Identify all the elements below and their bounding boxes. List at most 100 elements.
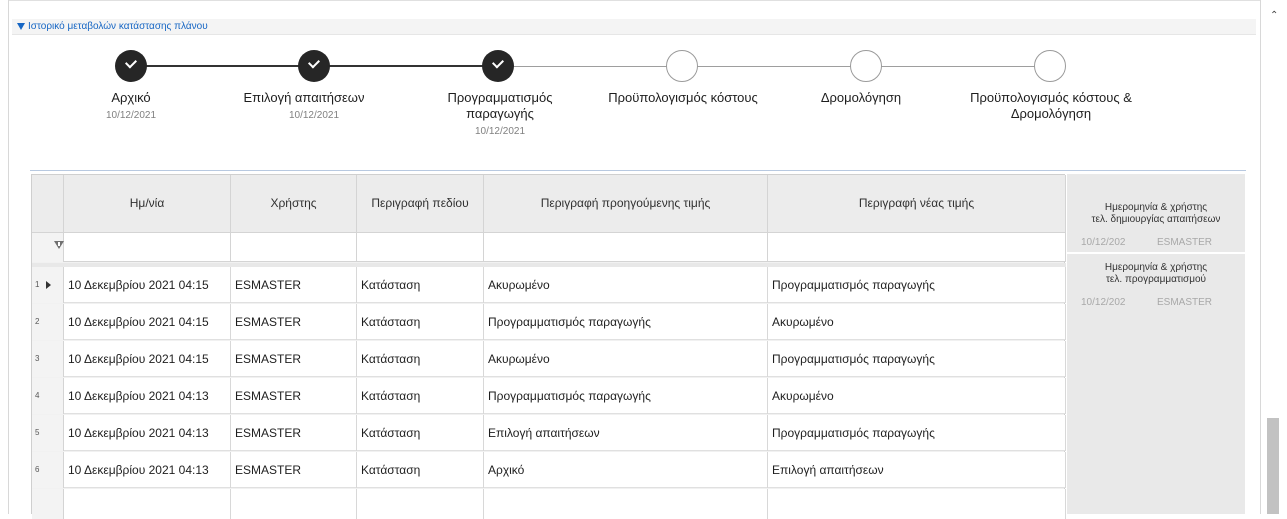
chevron-up-icon[interactable]: ⌃ [1270,10,1278,21]
filter-cell-field[interactable] [357,233,484,262]
column-header-date[interactable]: Ημ/νία [64,175,231,232]
filter-icon[interactable] [54,241,64,249]
cell-date[interactable]: 10 Δεκεμβρίου 2021 04:15 [64,341,231,377]
cell-field[interactable]: Κατάσταση [357,415,484,451]
row-number: 2 [32,304,64,340]
step-node-routing [850,50,882,82]
table-row[interactable]: 6 10 Δεκεμβρίου 2021 04:13 ESMASTER Κατά… [32,452,1066,488]
filter-cell-user[interactable] [231,233,357,262]
cell-date[interactable]: 10 Δεκεμβρίου 2021 04:13 [64,415,231,451]
step-label-line: παραγωγής [466,106,534,121]
info-title-line: Ημερομηνία & χρήστης [1104,202,1208,213]
cell-new-value[interactable]: Ακυρωμένο [768,378,1066,414]
filter-row [32,232,1066,262]
step-label-line: Προγραμματισμός [447,90,553,105]
step-node-production-planning [482,50,514,82]
row-number: 3 [32,341,64,377]
step-node-initial [115,50,147,82]
table-row[interactable]: 4 10 Δεκεμβρίου 2021 04:13 ESMASTER Κατά… [32,378,1066,414]
column-header-user[interactable]: Χρήστης [231,175,357,232]
column-header-field[interactable]: Περιγραφή πεδίου [357,175,484,232]
step-node-cost-budget [666,50,698,82]
requirements-info-title: Ημερομηνία & χρήστης τελ. δημιουργίας απ… [1067,202,1245,226]
step-label-cost-budget: Προϋπολογισμός κόστους [608,90,758,105]
cell-prev-value[interactable]: Ακυρωμένο [484,267,768,303]
cell-user[interactable]: ESMASTER [231,267,357,303]
row-number-empty [32,489,64,519]
cell-empty [484,489,768,519]
step-node-cost-routing [1034,50,1066,82]
step-connector-done [314,65,498,67]
cell-date[interactable]: 10 Δεκεμβρίου 2021 04:15 [64,304,231,340]
scrollbar-thumb[interactable] [1267,418,1279,514]
info-user: ESMASTER [1157,237,1213,248]
row-indicator-header [32,175,64,232]
cell-user[interactable]: ESMASTER [231,304,357,340]
step-label-line: Δρομολόγηση [1010,106,1092,121]
empty-row [32,489,1066,519]
side-separator [1067,252,1245,254]
step-date-initial: 10/12/2021 [105,110,157,121]
row-number: 5 [32,415,64,451]
column-header-new-value[interactable]: Περιγραφή νέας τιμής [768,175,1066,232]
cell-field[interactable]: Κατάσταση [357,267,484,303]
cell-new-value[interactable]: Προγραμματισμός παραγωγής [768,415,1066,451]
cell-field[interactable]: Κατάσταση [357,341,484,377]
filter-cell-prev-value[interactable] [484,233,768,262]
info-side-panel: Ημερομηνία & χρήστης τελ. δημιουργίας απ… [1067,174,1245,514]
step-date-production-planning: 10/12/2021 [474,126,526,137]
cell-prev-value[interactable]: Ακυρωμένο [484,341,768,377]
section-title: Ιστορικό μεταβολών κατάστασης πλάνου [28,21,208,32]
cell-new-value[interactable]: Επιλογή απαιτήσεων [768,452,1066,488]
step-label-initial: Αρχικό [111,90,151,105]
row-number: 6 [32,452,64,488]
cell-empty [64,489,231,519]
info-title-line: τελ. δημιουργίας απαιτήσεων [1091,214,1221,225]
triangle-down-icon[interactable] [17,23,25,30]
separator [30,170,1246,171]
cell-field[interactable]: Κατάσταση [357,378,484,414]
info-user: ESMASTER [1157,297,1213,308]
cell-user[interactable]: ESMASTER [231,452,357,488]
status-stepper: Αρχικό 10/12/2021 Επιλογή απαιτήσεων 10/… [0,40,1287,170]
info-date: 10/12/202 [1081,297,1126,308]
row-number: 4 [32,378,64,414]
cell-field[interactable]: Κατάσταση [357,304,484,340]
cell-empty [231,489,357,519]
cell-prev-value[interactable]: Προγραμματισμός παραγωγής [484,304,768,340]
cell-new-value[interactable]: Προγραμματισμός παραγωγής [768,267,1066,303]
cell-new-value[interactable]: Προγραμματισμός παραγωγής [768,341,1066,377]
column-header-prev-value[interactable]: Περιγραφή προηγούμενης τιμής [484,175,768,232]
filter-cell-new-value[interactable] [768,233,1066,262]
cell-prev-value[interactable]: Επιλογή απαιτήσεων [484,415,768,451]
step-connector-pending [682,66,866,67]
step-connector-pending [866,66,1050,67]
step-date-requirements: 10/12/2021 [288,110,340,121]
current-row-icon [46,281,51,289]
step-connector-done [131,65,314,67]
step-label-line: Προϋπολογισμός κόστους & [970,90,1132,105]
cell-user[interactable]: ESMASTER [231,341,357,377]
cell-date[interactable]: 10 Δεκεμβρίου 2021 04:13 [64,452,231,488]
cell-date[interactable]: 10 Δεκεμβρίου 2021 04:13 [64,378,231,414]
cell-empty [768,489,1066,519]
table-row[interactable]: 1 10 Δεκεμβρίου 2021 04:15 ESMASTER Κατά… [32,267,1066,303]
cell-prev-value[interactable]: Προγραμματισμός παραγωγής [484,378,768,414]
step-label-requirements: Επιλογή απαιτήσεων [243,90,365,105]
cell-prev-value[interactable]: Αρχικό [484,452,768,488]
table-row[interactable]: 5 10 Δεκεμβρίου 2021 04:13 ESMASTER Κατά… [32,415,1066,451]
cell-user[interactable]: ESMASTER [231,415,357,451]
section-header[interactable]: Ιστορικό μεταβολών κατάστασης πλάνου [12,19,1256,35]
cell-user[interactable]: ESMASTER [231,378,357,414]
history-grid: Ημ/νία Χρήστης Περιγραφή πεδίου Περιγραφ… [31,174,1066,519]
step-label-routing: Δρομολόγηση [820,90,902,105]
cell-field[interactable]: Κατάσταση [357,452,484,488]
table-row[interactable]: 2 10 Δεκεμβρίου 2021 04:15 ESMASTER Κατά… [32,304,1066,340]
info-date: 10/12/202 [1081,237,1126,248]
cell-date[interactable]: 10 Δεκεμβρίου 2021 04:15 [64,267,231,303]
cell-empty [357,489,484,519]
table-row[interactable]: 3 10 Δεκεμβρίου 2021 04:15 ESMASTER Κατά… [32,341,1066,377]
step-label-cost-routing: Προϋπολογισμός κόστους & Δρομολόγηση [946,90,1156,122]
cell-new-value[interactable]: Ακυρωμένο [768,304,1066,340]
filter-cell-date[interactable] [64,233,231,262]
